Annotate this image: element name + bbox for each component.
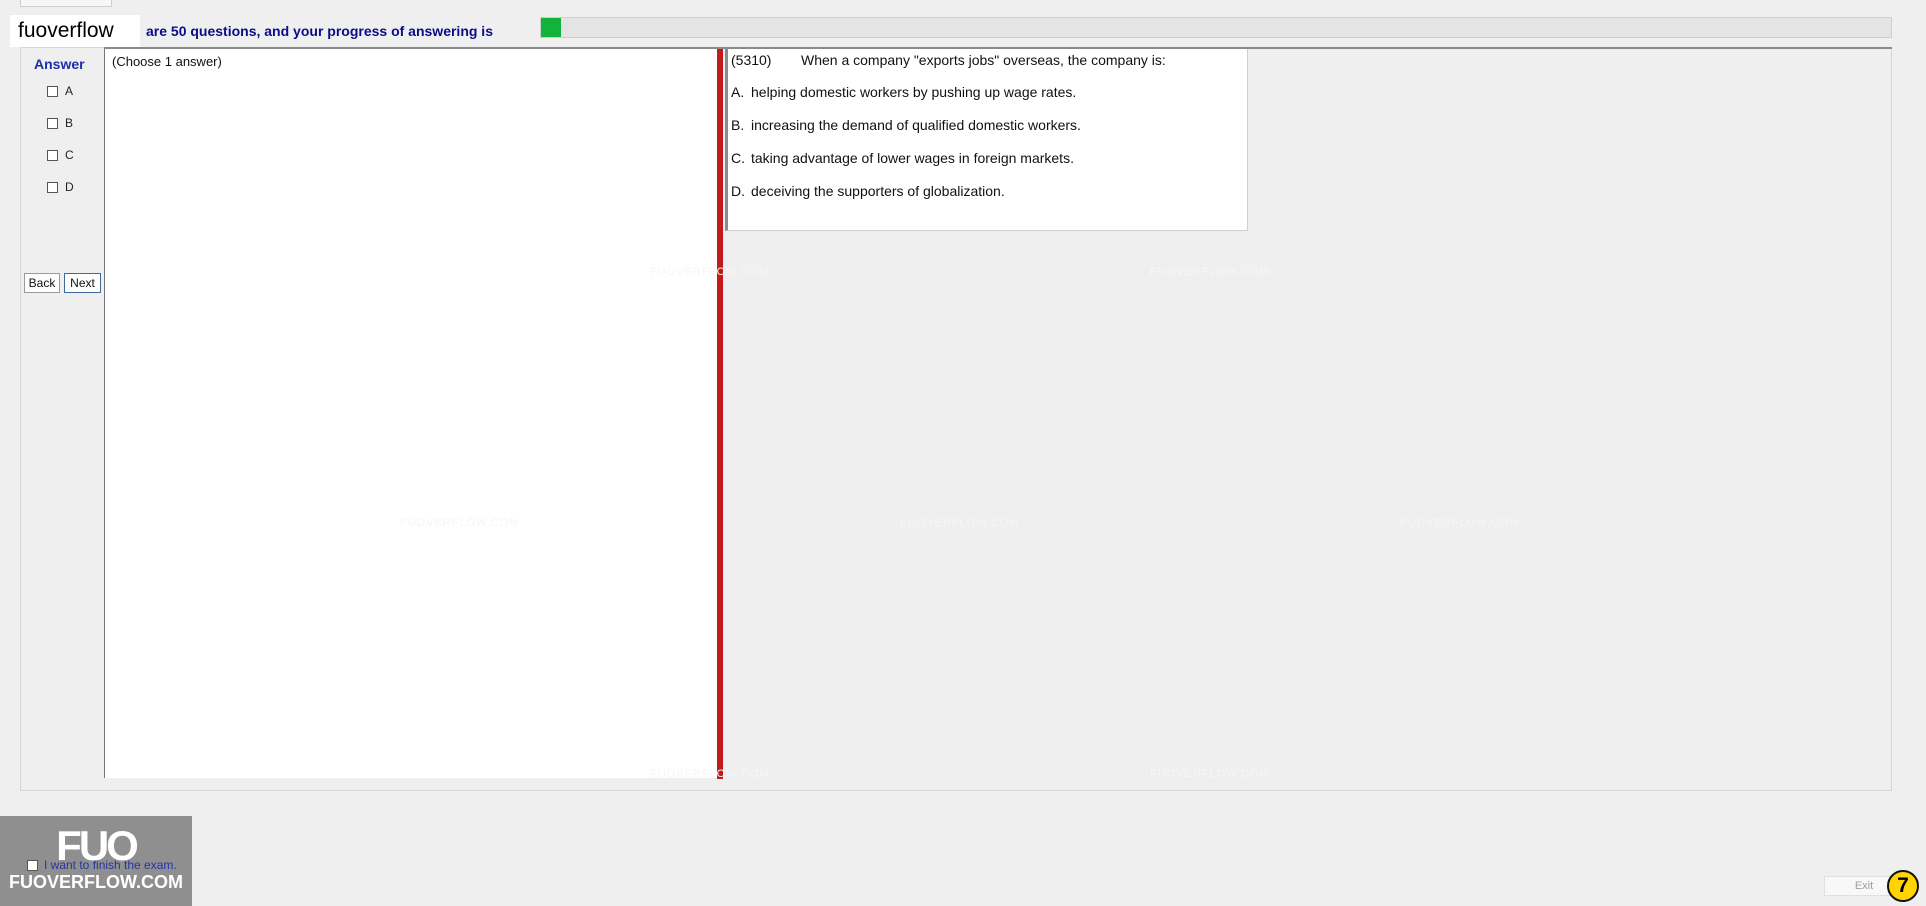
watermark: FUOVERFLOW.COM bbox=[900, 517, 1020, 529]
checkbox-icon[interactable] bbox=[47, 149, 58, 161]
choice-text: deceiving the supporters of globalizatio… bbox=[751, 183, 1005, 199]
answer-pane: (Choose 1 answer) bbox=[104, 49, 718, 778]
choice-letter: C. bbox=[731, 150, 745, 166]
option-label: A bbox=[65, 84, 74, 98]
watermark: FUOVERFLOW.COM bbox=[1400, 517, 1520, 529]
checkbox-icon[interactable] bbox=[47, 181, 58, 193]
answer-option-a[interactable]: A bbox=[47, 84, 73, 98]
question-panel: (5310) When a company "exports jobs" ove… bbox=[725, 49, 1248, 231]
progress-bar bbox=[540, 17, 1892, 38]
question-text: When a company "exports jobs" overseas, … bbox=[801, 52, 1166, 68]
top-tab bbox=[20, 0, 112, 7]
count-badge: 7 bbox=[1887, 870, 1919, 902]
choice-b: B. increasing the demand of qualified dom… bbox=[731, 117, 1081, 133]
choice-letter: D. bbox=[731, 183, 745, 199]
choice-c: C. taking advantage of lower wages in for… bbox=[731, 150, 1074, 166]
logo-subtitle: FUOVERFLOW.COM bbox=[9, 872, 183, 892]
answer-title: Answer bbox=[34, 56, 85, 72]
choice-text: increasing the demand of qualified domes… bbox=[751, 117, 1081, 133]
choice-letter: A. bbox=[731, 84, 745, 100]
watermark: FUOVERFLOW.COM bbox=[1150, 768, 1270, 780]
choice-text: taking advantage of lower wages in forei… bbox=[751, 150, 1074, 166]
choose-instruction: (Choose 1 answer) bbox=[112, 54, 222, 69]
question-id: (5310) bbox=[731, 52, 772, 68]
watermark: FUOVERFLOW.COM bbox=[400, 517, 520, 529]
answer-option-d[interactable]: D bbox=[47, 180, 74, 194]
answer-option-c[interactable]: C bbox=[47, 148, 74, 162]
choice-a: A. helping domestic workers by pushing up… bbox=[731, 84, 1076, 100]
watermark: FUOVERFLOW.COM bbox=[650, 768, 770, 780]
option-label: D bbox=[65, 180, 74, 194]
option-label: C bbox=[65, 148, 74, 162]
back-button[interactable]: Back bbox=[24, 273, 60, 293]
checkbox-icon[interactable] bbox=[47, 85, 58, 97]
choice-text: helping domestic workers by pushing up w… bbox=[751, 84, 1077, 100]
watermark: FUOVERFLOW.COM bbox=[1150, 266, 1270, 278]
checkbox-icon[interactable] bbox=[27, 859, 38, 871]
choice-letter: B. bbox=[731, 117, 745, 133]
watermark: FUOVERFLOW.COM bbox=[650, 266, 770, 278]
checkbox-icon[interactable] bbox=[47, 117, 58, 129]
red-splitter[interactable] bbox=[717, 49, 723, 779]
choice-d: D. deceiving the supporters of globalizat… bbox=[731, 183, 1005, 199]
option-label: B bbox=[65, 116, 74, 130]
answer-option-b[interactable]: B bbox=[47, 116, 73, 130]
finish-exam-row[interactable]: I want to finish the exam. bbox=[27, 858, 177, 872]
finish-exam-label: I want to finish the exam. bbox=[44, 858, 177, 872]
progress-fill bbox=[541, 18, 562, 37]
next-button[interactable]: Next bbox=[64, 273, 101, 293]
progress-text: are 50 questions, and your progress of a… bbox=[146, 23, 493, 39]
brand-label: fuoverflow bbox=[10, 15, 140, 47]
